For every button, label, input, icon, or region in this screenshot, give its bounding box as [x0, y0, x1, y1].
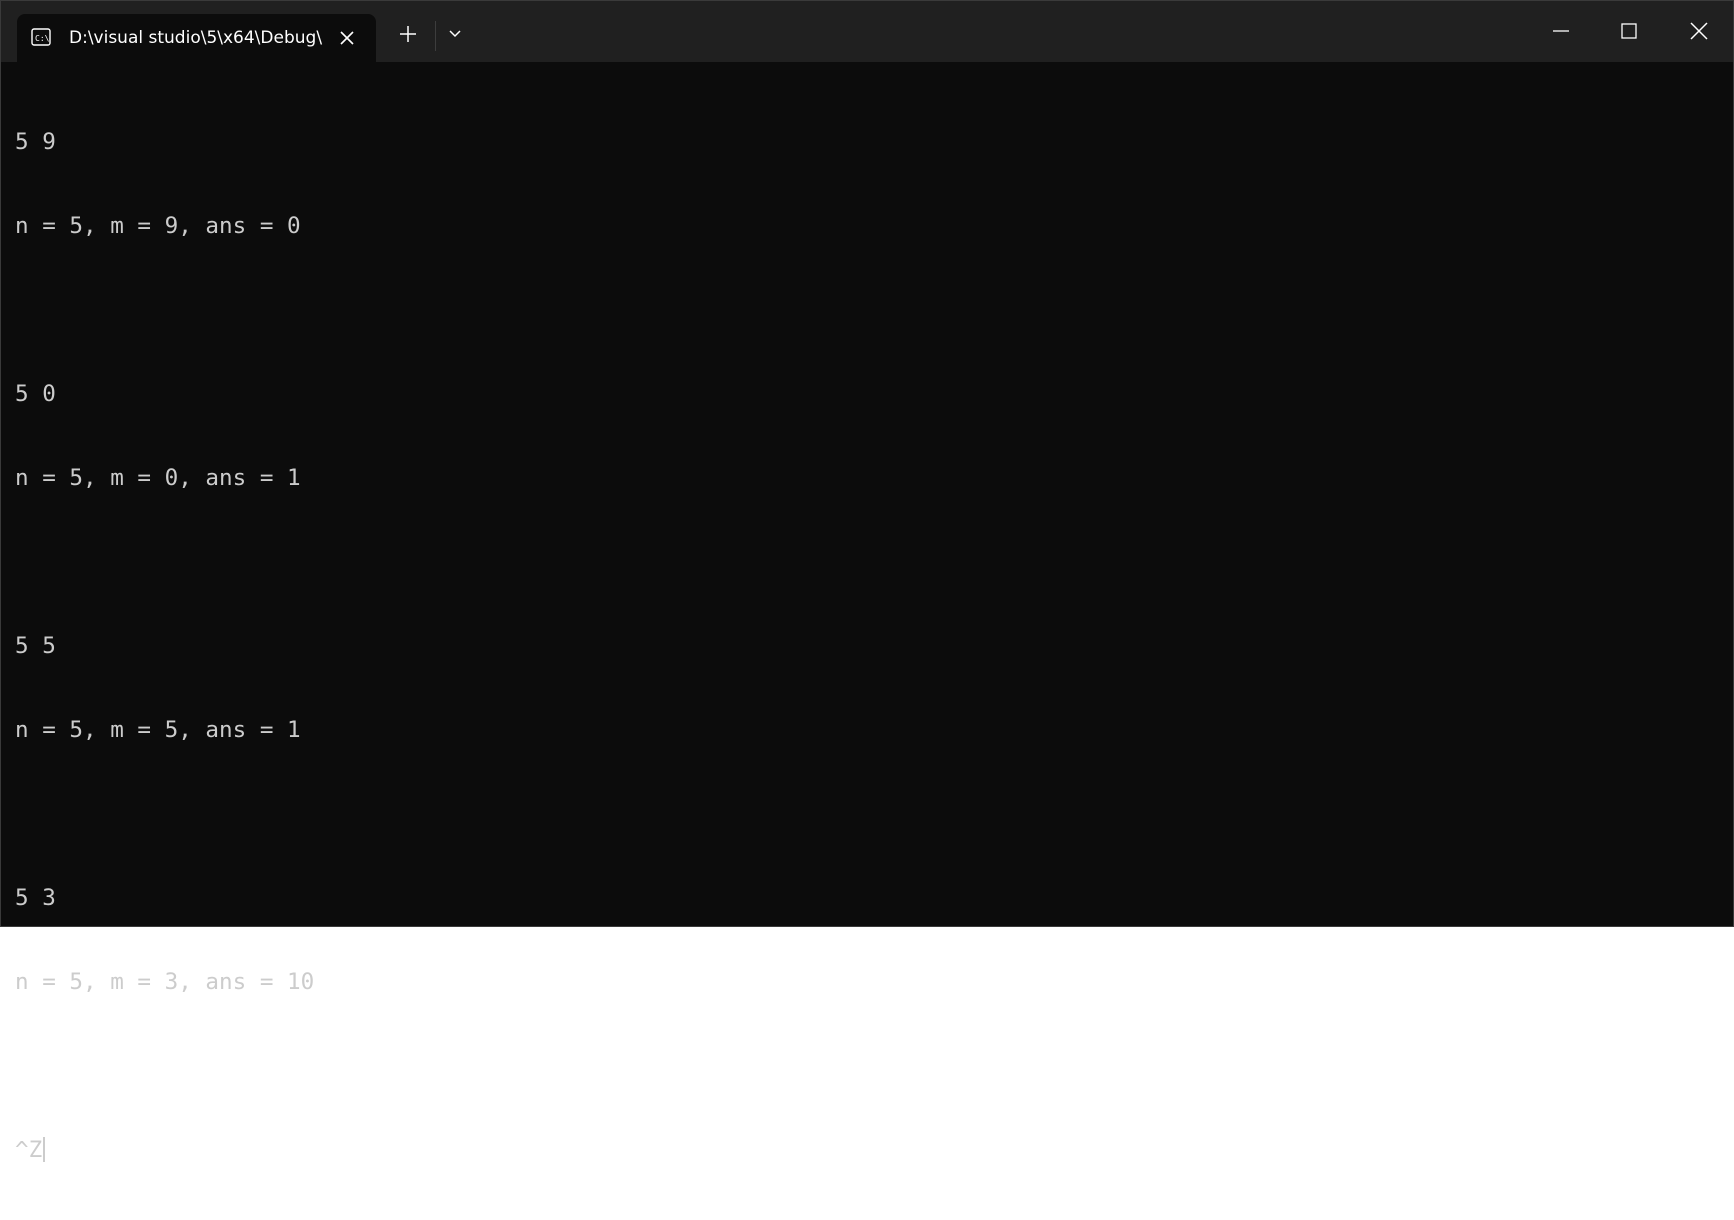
console-line: 5 3 [15, 885, 56, 911]
console-line: 5 5 [15, 633, 56, 659]
minimize-icon[interactable] [1547, 17, 1575, 45]
tab-console[interactable]: C:\ D:\visual studio\5\x64\Debug\ [17, 14, 376, 62]
console-input-text: ^Z [15, 1137, 43, 1163]
console-prompt-line: ^Z [15, 1136, 1715, 1164]
terminal-window: C:\ D:\visual studio\5\x64\Debug\ 5 9 n … [0, 0, 1734, 1163]
close-window-icon[interactable] [1685, 17, 1713, 45]
tab-divider [435, 21, 436, 51]
text-cursor [43, 1137, 46, 1162]
tab-title: D:\visual studio\5\x64\Debug\ [69, 28, 323, 48]
close-tab-icon[interactable] [335, 26, 359, 50]
console-line: n = 5, m = 5, ans = 1 [15, 717, 301, 743]
console-output[interactable]: 5 9 n = 5, m = 9, ans = 0 5 0 n = 5, m =… [15, 72, 1715, 1163]
maximize-icon[interactable] [1615, 17, 1643, 45]
console-icon: C:\ [31, 28, 51, 46]
console-line: 5 9 [15, 129, 56, 155]
console-line: n = 5, m = 9, ans = 0 [15, 213, 301, 239]
console-line: 5 0 [15, 381, 56, 407]
dropdown-chevron-icon[interactable] [445, 24, 465, 44]
new-tab-icon[interactable] [396, 22, 420, 46]
console-line: n = 5, m = 0, ans = 1 [15, 465, 301, 491]
svg-text:C:\: C:\ [35, 34, 50, 43]
title-bar[interactable]: C:\ D:\visual studio\5\x64\Debug\ [1, 1, 1733, 62]
console-line: n = 5, m = 3, ans = 10 [15, 969, 315, 995]
